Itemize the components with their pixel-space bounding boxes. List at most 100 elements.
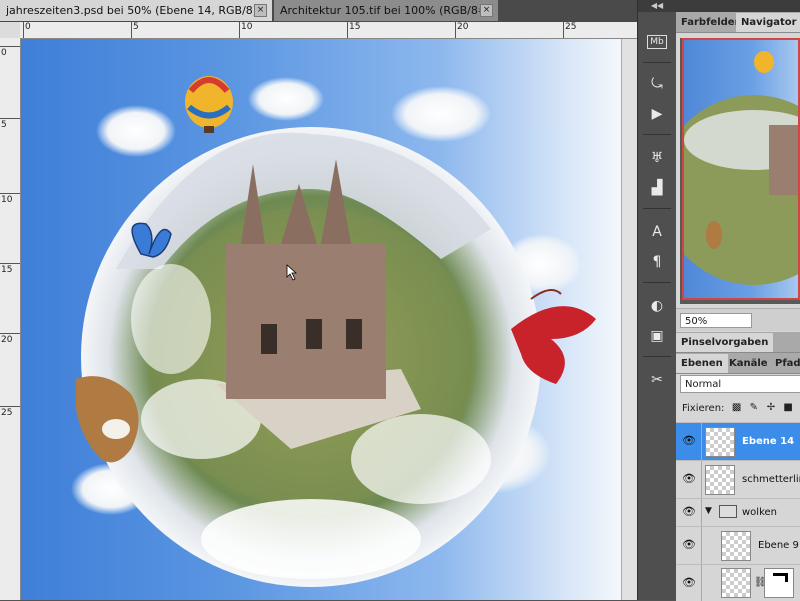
navigator-thumbnail bbox=[684, 51, 798, 285]
horizontal-ruler[interactable]: 0 5 10 15 20 25 bbox=[20, 22, 637, 39]
dock-divider bbox=[643, 62, 671, 63]
tab-pinselvorgaben[interactable]: Pinselvorgaben bbox=[676, 333, 774, 352]
layer-row-schmetterling[interactable]: 👁 schmetterling bbox=[676, 460, 800, 499]
document-tab-architektur[interactable]: Architektur 105.tif bei 100% (RGB/8#) × bbox=[274, 0, 498, 21]
ruler-number: 25 bbox=[565, 22, 577, 32]
vertical-scrollbar[interactable] bbox=[621, 39, 637, 600]
character-icon[interactable]: A bbox=[645, 220, 669, 244]
image-canvas[interactable] bbox=[21, 39, 621, 600]
vertical-ruler[interactable]: 0 5 10 15 20 25 bbox=[0, 38, 21, 600]
navigator-tab-row: Farbfelder Navigator bbox=[676, 12, 800, 33]
clone-source-icon[interactable]: ▟ bbox=[645, 176, 669, 200]
dock-divider bbox=[643, 208, 671, 209]
ruler-tick bbox=[239, 22, 240, 38]
history-icon[interactable]: ⤿ bbox=[645, 72, 669, 96]
layer-mask-thumbnail[interactable] bbox=[764, 568, 794, 598]
tab-farbfelder[interactable]: Farbfelder bbox=[676, 13, 745, 32]
collapse-icons[interactable]: ◀◀ bbox=[638, 0, 676, 12]
close-tab-icon[interactable]: × bbox=[480, 4, 493, 17]
visibility-eye-icon[interactable]: 👁 bbox=[681, 538, 697, 554]
ruler-number: 5 bbox=[1, 120, 7, 130]
ruler-tick bbox=[0, 333, 20, 334]
ruler-tick bbox=[0, 406, 20, 407]
brush-presets-tab-row: Pinselvorgaben bbox=[676, 332, 800, 353]
lock-transparency-icon[interactable]: ▩ bbox=[732, 403, 742, 413]
layer-thumbnail bbox=[705, 465, 735, 495]
document-tab-label: jahreszeiten3.psd bei 50% (Ebene 14, RGB… bbox=[6, 4, 267, 17]
hot-air-balloon bbox=[754, 51, 774, 73]
cathedral-window bbox=[261, 324, 277, 354]
cloud bbox=[391, 86, 491, 142]
panel-header-bar bbox=[676, 0, 800, 12]
panel-dock: ◀◀ Mb ⤿ ▶ ♅ ▟ A ¶ ◐ ▣ ✂ bbox=[637, 0, 676, 600]
ruler-number: 5 bbox=[133, 22, 139, 32]
tool-presets-icon[interactable]: ♅ bbox=[645, 146, 669, 170]
cow-patch bbox=[102, 419, 130, 439]
ruler-tick bbox=[0, 46, 20, 47]
ruler-tick bbox=[0, 118, 20, 119]
hot-air-balloon bbox=[185, 76, 233, 128]
close-tab-icon[interactable]: × bbox=[254, 4, 267, 17]
layer-name[interactable]: wolken bbox=[742, 507, 777, 518]
tab-pfade[interactable]: Pfade bbox=[770, 354, 800, 373]
cloud-swirl bbox=[201, 499, 421, 579]
dock-divider bbox=[643, 356, 671, 357]
layer-comps-icon[interactable]: ▣ bbox=[645, 324, 669, 348]
ruler-tick bbox=[23, 22, 24, 38]
cathedral-window bbox=[306, 319, 322, 349]
document-tab-jahreszeiten[interactable]: jahreszeiten3.psd bei 50% (Ebene 14, RGB… bbox=[0, 0, 272, 21]
mini-bridge-icon[interactable]: Mb bbox=[645, 30, 669, 54]
disclosure-triangle-icon[interactable]: ▼ bbox=[705, 506, 712, 516]
layer-thumbnail bbox=[721, 531, 751, 561]
layer-name[interactable]: Ebene 9 k bbox=[758, 540, 800, 551]
cloud-swirl bbox=[131, 264, 211, 374]
visibility-eye-icon[interactable]: 👁 bbox=[681, 434, 697, 450]
lock-pixels-icon[interactable]: ✎ bbox=[749, 403, 759, 413]
actions-icon[interactable]: ▶ bbox=[645, 102, 669, 126]
ruler-number: 0 bbox=[25, 22, 31, 32]
ruler-tick bbox=[347, 22, 348, 38]
document-canvas-area[interactable] bbox=[21, 39, 637, 600]
tab-navigator[interactable]: Navigator bbox=[736, 13, 800, 32]
tab-ebenen[interactable]: Ebenen bbox=[676, 354, 728, 373]
panels-column: Farbfelder Navigator 50% Pinselvorgaben … bbox=[676, 0, 800, 601]
visibility-eye-icon[interactable]: 👁 bbox=[681, 576, 697, 592]
lock-all-icon[interactable]: ■ bbox=[783, 403, 793, 413]
zoom-input[interactable]: 50% bbox=[680, 313, 752, 328]
folder-icon bbox=[719, 505, 737, 518]
tools-icon[interactable]: ✂ bbox=[645, 368, 669, 392]
ruler-tick bbox=[0, 193, 20, 194]
ruler-origin[interactable] bbox=[0, 22, 21, 39]
lock-label: Fixieren: bbox=[682, 403, 725, 414]
layer-name[interactable]: Ebene 14 bbox=[742, 436, 794, 447]
navigator-view-box[interactable] bbox=[682, 38, 800, 300]
layers-tab-row: Ebenen Kanäle Pfade bbox=[676, 353, 800, 374]
layer-row-ebene-9[interactable]: 👁 Ebene 9 k bbox=[676, 526, 800, 565]
layer-row-ebene-14[interactable]: 👁 Ebene 14 bbox=[676, 422, 800, 461]
artwork bbox=[71, 76, 596, 587]
layer-row-masked[interactable]: 👁 ⛓ bbox=[676, 564, 800, 601]
ruler-number: 10 bbox=[241, 22, 253, 32]
layer-thumbnail bbox=[721, 568, 751, 598]
ruler-number: 15 bbox=[1, 265, 13, 275]
row-divider bbox=[701, 461, 702, 499]
lock-row: Fixieren: ▩ ✎ ✢ ■ bbox=[676, 398, 800, 420]
ruler-tick bbox=[455, 22, 456, 38]
visibility-eye-icon[interactable]: 👁 bbox=[681, 472, 697, 488]
layer-name[interactable]: schmetterling bbox=[742, 474, 800, 485]
visibility-eye-icon[interactable]: 👁 bbox=[681, 505, 697, 521]
mask-shape bbox=[773, 573, 788, 582]
navigator-preview[interactable] bbox=[680, 38, 800, 304]
blend-mode-select[interactable]: Normal bbox=[680, 375, 800, 393]
cloud bbox=[96, 105, 176, 157]
layer-group-wolken[interactable]: 👁 ▼ wolken bbox=[676, 498, 800, 527]
lock-position-icon[interactable]: ✢ bbox=[766, 403, 776, 413]
row-divider bbox=[701, 527, 702, 565]
document-tab-label: Architektur 105.tif bei 100% (RGB/8#) bbox=[280, 4, 492, 17]
paragraph-icon[interactable]: ¶ bbox=[645, 250, 669, 274]
row-divider bbox=[701, 499, 702, 527]
ruler-number: 10 bbox=[1, 195, 13, 205]
tab-kanaele[interactable]: Kanäle bbox=[724, 354, 773, 373]
brush-presets-icon[interactable]: ◐ bbox=[645, 294, 669, 318]
cloud bbox=[248, 77, 324, 121]
